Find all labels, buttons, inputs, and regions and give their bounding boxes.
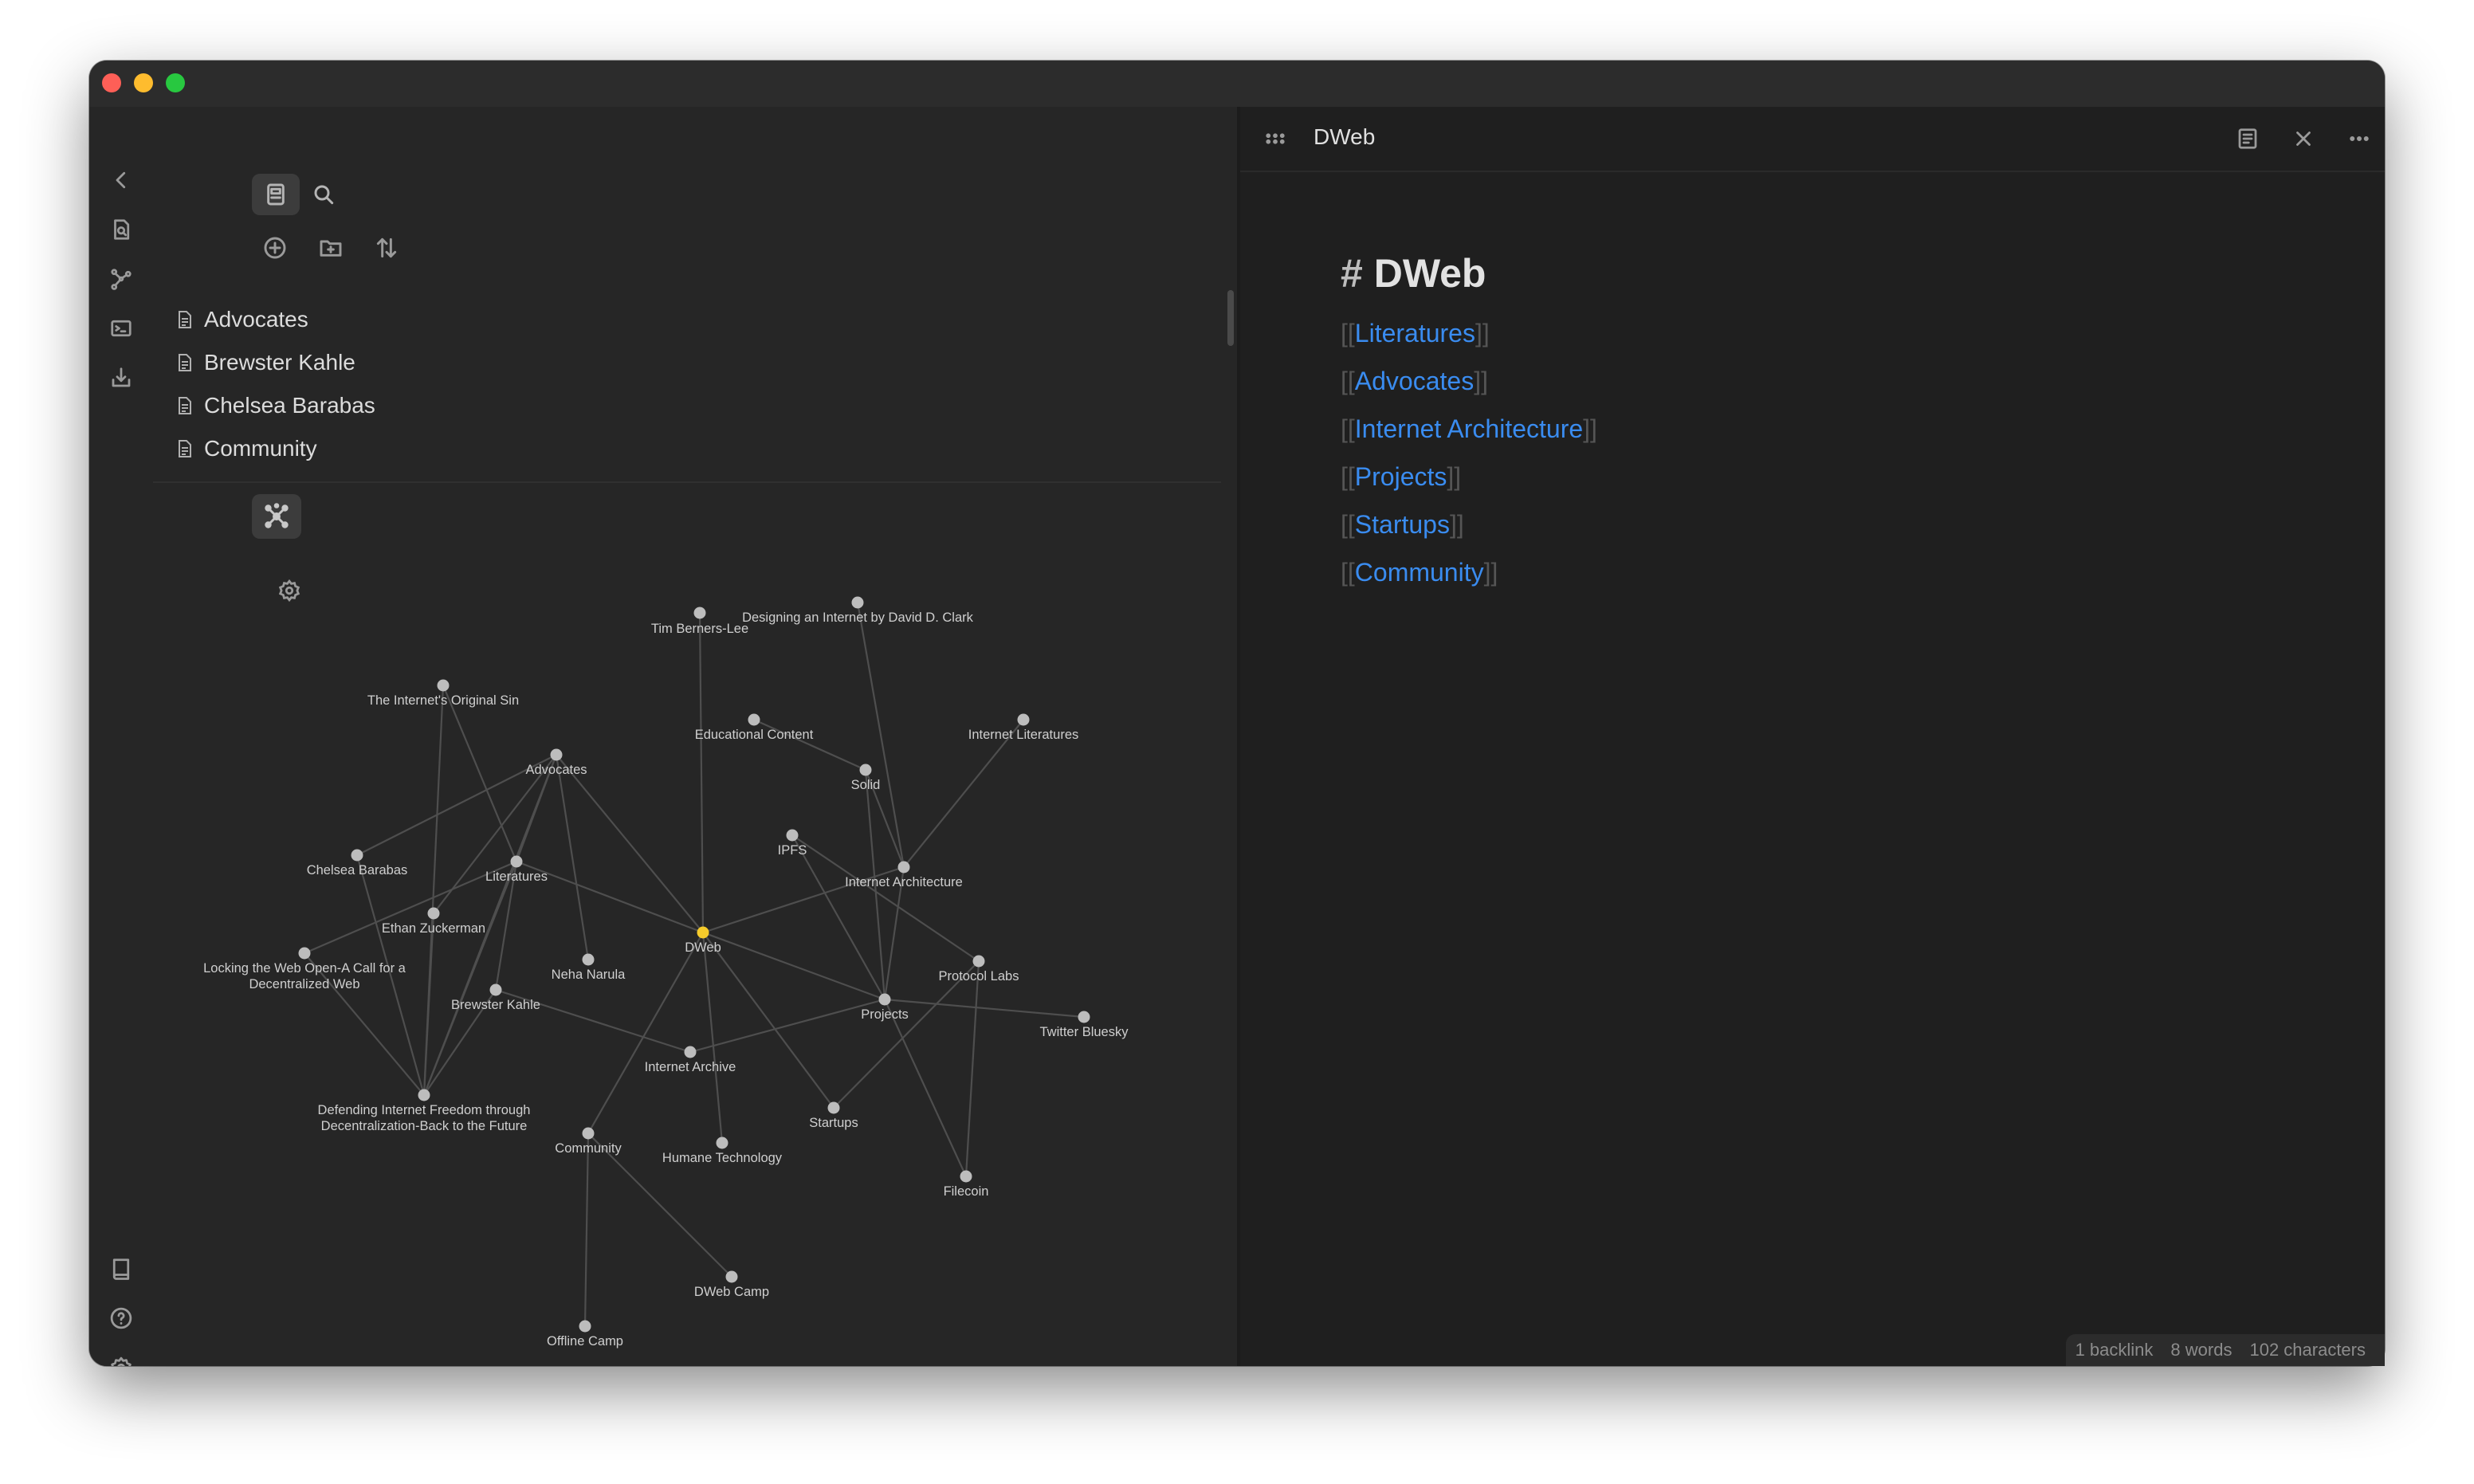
command-palette-icon[interactable] bbox=[107, 314, 135, 343]
editor-header: DWeb bbox=[1240, 107, 2385, 172]
vault-icon[interactable] bbox=[107, 1254, 135, 1283]
link-open-bracket: [[ bbox=[1341, 461, 1355, 491]
wikilink-advocates[interactable]: Advocates bbox=[1355, 367, 1474, 396]
link-close-bracket: ]] bbox=[1449, 509, 1464, 539]
graph-icon bbox=[265, 503, 289, 528]
heading-hash: # bbox=[1341, 251, 1363, 296]
character-count: 102 characters bbox=[2249, 1340, 2366, 1360]
link-open-bracket: [[ bbox=[1341, 366, 1355, 395]
wikilink-line: [[Internet Architecture]] bbox=[1341, 405, 1597, 453]
search-tab[interactable] bbox=[300, 174, 348, 215]
file-name: Chelsea Barabas bbox=[204, 393, 375, 418]
wikilink-community[interactable]: Community bbox=[1355, 558, 1484, 587]
link-close-bracket: ]] bbox=[1483, 557, 1498, 587]
link-close-bracket: ]] bbox=[1447, 461, 1462, 491]
wikilink-line: [[Startups]] bbox=[1341, 501, 1597, 548]
file-icon bbox=[177, 439, 193, 458]
minimize-window-button[interactable] bbox=[134, 73, 153, 92]
new-note-button[interactable] bbox=[255, 228, 295, 268]
graph-view-tab[interactable] bbox=[252, 494, 301, 539]
close-window-button[interactable] bbox=[102, 73, 121, 92]
wikilink-startups[interactable]: Startups bbox=[1355, 510, 1450, 540]
editor-pane: DWeb # DWeb [[Literatures]] [[Advocates]… bbox=[1240, 107, 2385, 1366]
import-icon[interactable] bbox=[107, 363, 135, 392]
file-explorer-tab[interactable] bbox=[252, 174, 300, 215]
app-window: Advocates Brewster Kahle Chelsea Barabas… bbox=[89, 61, 2385, 1366]
title-bar bbox=[89, 61, 2385, 107]
link-open-bracket: [[ bbox=[1341, 509, 1355, 539]
file-name: Brewster Kahle bbox=[204, 350, 355, 375]
new-folder-button[interactable] bbox=[311, 228, 351, 268]
link-close-bracket: ]] bbox=[1474, 366, 1488, 395]
tabs-grid-icon[interactable] bbox=[1259, 123, 1291, 155]
close-icon[interactable] bbox=[2287, 123, 2319, 155]
file-item[interactable]: Chelsea Barabas bbox=[153, 384, 1221, 427]
word-count: 8 words bbox=[2170, 1340, 2232, 1360]
ribbon bbox=[89, 107, 153, 1366]
wikilink-literatures[interactable]: Literatures bbox=[1355, 319, 1475, 348]
file-list: Advocates Brewster Kahle Chelsea Barabas… bbox=[153, 298, 1221, 470]
file-name: Community bbox=[204, 436, 317, 461]
file-item[interactable]: Brewster Kahle bbox=[153, 341, 1221, 384]
wikilink-line: [[Advocates]] bbox=[1341, 357, 1597, 405]
sort-icon bbox=[376, 238, 397, 258]
file-name: Advocates bbox=[204, 307, 308, 332]
note-heading: # DWeb bbox=[1341, 250, 1597, 298]
file-item[interactable]: Advocates bbox=[153, 298, 1221, 341]
link-open-bracket: [[ bbox=[1341, 318, 1355, 347]
file-list-scrollbar[interactable] bbox=[1227, 290, 1234, 346]
more-options-icon[interactable] bbox=[2343, 123, 2375, 155]
graph-settings-button[interactable] bbox=[277, 579, 304, 606]
quick-switcher-icon[interactable] bbox=[107, 215, 135, 244]
backlink-count[interactable]: 1 backlink bbox=[2075, 1340, 2154, 1360]
sidebar-pane: Advocates Brewster Kahle Chelsea Barabas… bbox=[153, 107, 1237, 1366]
gear-icon bbox=[278, 579, 300, 603]
file-icon bbox=[177, 353, 193, 372]
help-icon[interactable] bbox=[107, 1304, 135, 1333]
status-bar: 1 backlink 8 words 102 characters bbox=[2066, 1334, 2385, 1366]
file-item[interactable]: Community bbox=[153, 427, 1221, 470]
new-folder-icon bbox=[320, 240, 342, 257]
heading-text: DWeb bbox=[1373, 251, 1486, 296]
graph-view-icon[interactable] bbox=[107, 265, 135, 293]
editor-tab-title[interactable]: DWeb bbox=[1314, 124, 1375, 150]
sort-button[interactable] bbox=[367, 228, 406, 268]
wikilink-projects[interactable]: Projects bbox=[1355, 462, 1447, 492]
zoom-window-button[interactable] bbox=[166, 73, 185, 92]
wikilink-line: [[Projects]] bbox=[1341, 453, 1597, 501]
search-icon bbox=[314, 185, 334, 205]
wikilink-line: [[Literatures]] bbox=[1341, 309, 1597, 357]
link-close-bracket: ]] bbox=[1583, 414, 1597, 443]
link-open-bracket: [[ bbox=[1341, 557, 1355, 587]
link-close-bracket: ]] bbox=[1475, 318, 1490, 347]
wikilink-line: [[Community]] bbox=[1341, 548, 1597, 596]
wikilink-internet-architecture[interactable]: Internet Architecture bbox=[1355, 414, 1583, 444]
file-icon bbox=[177, 396, 193, 415]
settings-gear-icon[interactable] bbox=[107, 1353, 135, 1366]
reading-view-icon[interactable] bbox=[2232, 123, 2264, 155]
file-explorer-icon bbox=[267, 183, 285, 206]
pane-divider bbox=[153, 481, 1221, 483]
link-open-bracket: [[ bbox=[1341, 414, 1355, 443]
file-icon bbox=[177, 310, 193, 329]
editor-content[interactable]: # DWeb [[Literatures]] [[Advocates]] [[I… bbox=[1341, 250, 1597, 596]
new-note-icon bbox=[264, 237, 286, 259]
collapse-chevron-left-icon[interactable] bbox=[107, 166, 135, 194]
